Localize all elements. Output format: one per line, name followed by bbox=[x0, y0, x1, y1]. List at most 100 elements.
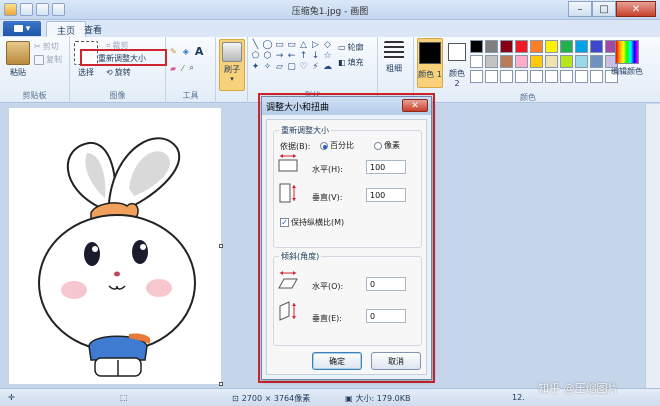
skew-section: 倾斜(角度) 水平(O): 0 垂直(E): 0 bbox=[273, 251, 422, 346]
dialog-body: 重新调整大小 依据(B): 百分比 像素 水平(H): 100 垂直(V): 1… bbox=[266, 119, 427, 375]
maximize-button[interactable]: □ bbox=[592, 1, 616, 17]
shape-icon[interactable]: ◇ bbox=[322, 40, 333, 50]
shape-icon[interactable]: ← bbox=[286, 51, 297, 61]
shape-icon[interactable]: ◯ bbox=[262, 40, 273, 50]
keep-ratio-checkbox[interactable]: ✓ 保持纵横比(M) bbox=[280, 217, 344, 228]
palette-swatch[interactable] bbox=[530, 70, 543, 83]
shapes-gallery: ╲ ◯ ▭ ▭ △ ▷ ◇ ⬠ ⬡ → ← ↑ ↓ ☆ ✦ ✧ ▱ ▢ ♡ ⚡ ☁ bbox=[250, 40, 333, 72]
outline-button[interactable]: ▭ 轮廓 bbox=[338, 42, 364, 53]
color-picker-icon[interactable]: ⁄ bbox=[182, 64, 183, 73]
cursor-icon: ✛ bbox=[8, 393, 15, 402]
skew-horizontal-input[interactable]: 0 bbox=[366, 277, 406, 291]
image-group-label: 图像 bbox=[109, 91, 126, 100]
vertical-label: 垂直(V): bbox=[312, 193, 343, 202]
palette-swatch[interactable] bbox=[485, 70, 498, 83]
canvas[interactable] bbox=[9, 108, 221, 384]
shape-icon[interactable]: ▭ bbox=[286, 40, 297, 50]
skew-vertical-input[interactable]: 0 bbox=[366, 309, 406, 323]
radio-selected-icon bbox=[320, 141, 328, 150]
palette-swatch[interactable] bbox=[560, 55, 573, 68]
shape-icon[interactable]: ⬠ bbox=[250, 51, 261, 61]
shape-icon[interactable]: ⬡ bbox=[262, 51, 273, 61]
pencil-icon[interactable]: ✎ bbox=[170, 47, 177, 56]
palette-swatch[interactable] bbox=[545, 40, 558, 53]
palette-swatch[interactable] bbox=[560, 70, 573, 83]
palette-swatch[interactable] bbox=[560, 40, 573, 53]
palette-swatch[interactable] bbox=[470, 40, 483, 53]
ok-button[interactable]: 确定 bbox=[312, 352, 362, 370]
zoom-level: 12. bbox=[512, 393, 525, 402]
selection-icon: ⬚ bbox=[120, 393, 128, 402]
palette-swatch[interactable] bbox=[485, 40, 498, 53]
shape-icon[interactable]: ▭ bbox=[274, 40, 285, 50]
palette-swatch[interactable] bbox=[515, 40, 528, 53]
vertical-scrollbar[interactable] bbox=[645, 104, 660, 388]
close-button[interactable]: ✕ bbox=[616, 1, 656, 17]
palette-swatch[interactable] bbox=[500, 70, 513, 83]
palette-swatch[interactable] bbox=[485, 55, 498, 68]
palette-swatch[interactable] bbox=[500, 40, 513, 53]
color1-button[interactable]: 颜色 1 bbox=[417, 38, 443, 88]
palette-swatch[interactable] bbox=[500, 55, 513, 68]
tools-group-label: 工具 bbox=[182, 91, 199, 100]
rotate-button[interactable]: ⟲ 旋转 bbox=[106, 67, 131, 78]
edit-colors-button[interactable]: 编辑颜色 bbox=[607, 40, 647, 77]
palette-swatch[interactable] bbox=[470, 70, 483, 83]
percent-radio[interactable]: 百分比 bbox=[320, 140, 354, 151]
by-label: 依据(B): bbox=[280, 142, 311, 151]
palette-swatch[interactable] bbox=[515, 55, 528, 68]
tab-view[interactable]: 查看 bbox=[74, 21, 112, 37]
shape-icon[interactable]: △ bbox=[298, 40, 309, 50]
palette-swatch[interactable] bbox=[545, 55, 558, 68]
cancel-button[interactable]: 取消 bbox=[371, 352, 421, 370]
palette-swatch[interactable] bbox=[575, 55, 588, 68]
palette-swatch[interactable] bbox=[590, 40, 603, 53]
palette-swatch[interactable] bbox=[575, 70, 588, 83]
palette-swatch[interactable] bbox=[590, 70, 603, 83]
palette-swatch[interactable] bbox=[530, 55, 543, 68]
pixels-radio[interactable]: 像素 bbox=[374, 140, 400, 151]
brushes-button[interactable]: 刷子 ▾ bbox=[219, 39, 245, 91]
shape-icon[interactable]: ╲ bbox=[250, 40, 261, 50]
clipboard-group: 粘贴 ✂ 剪切 复制 剪贴板 bbox=[0, 37, 70, 103]
shape-icon[interactable]: ⚡ bbox=[310, 62, 321, 72]
image-dimensions: ⊡ 2700 × 3764像素 bbox=[232, 394, 311, 403]
paste-button[interactable]: 粘贴 bbox=[6, 41, 30, 78]
resize-highlight-box bbox=[80, 49, 167, 66]
palette-swatch[interactable] bbox=[515, 70, 528, 83]
color2-button[interactable]: 颜色 2 bbox=[446, 38, 468, 88]
tools-group: ✎ ◈ A ▰ ⁄ ⌕ 工具 bbox=[166, 37, 216, 103]
cut-button[interactable]: ✂ 剪切 bbox=[34, 41, 59, 52]
shape-icon[interactable]: ♡ bbox=[298, 62, 309, 72]
shape-icon[interactable]: ▷ bbox=[310, 40, 321, 50]
horizontal-input[interactable]: 100 bbox=[366, 160, 406, 174]
fill-icon[interactable]: ◈ bbox=[183, 47, 189, 56]
shape-icon[interactable]: ↑ bbox=[298, 51, 309, 61]
fill-button[interactable]: ◧ 填充 bbox=[338, 57, 364, 68]
shape-icon[interactable]: ☆ bbox=[322, 51, 333, 61]
magnifier-icon[interactable]: ⌕ bbox=[190, 63, 194, 73]
colors-group-label: 颜色 bbox=[520, 93, 536, 102]
shape-icon[interactable]: ↓ bbox=[310, 51, 321, 61]
shape-icon[interactable]: ▱ bbox=[274, 62, 285, 72]
palette-swatch[interactable] bbox=[590, 55, 603, 68]
palette-swatch[interactable] bbox=[470, 55, 483, 68]
shape-icon[interactable]: ✦ bbox=[250, 62, 261, 72]
canvas-corner-handle[interactable] bbox=[219, 382, 223, 386]
minimize-button[interactable]: – bbox=[568, 1, 592, 17]
shape-icon[interactable]: → bbox=[274, 51, 285, 61]
shape-icon[interactable]: ▢ bbox=[286, 62, 297, 72]
palette-swatch[interactable] bbox=[575, 40, 588, 53]
palette-swatch[interactable] bbox=[530, 40, 543, 53]
copy-button[interactable]: 复制 bbox=[34, 54, 62, 65]
file-menu-button[interactable]: ▾ bbox=[3, 21, 41, 36]
shape-icon[interactable]: ✧ bbox=[262, 62, 273, 72]
canvas-resize-handle[interactable] bbox=[219, 244, 223, 248]
palette-swatch[interactable] bbox=[545, 70, 558, 83]
size-button[interactable]: 粗细 bbox=[384, 41, 404, 74]
text-icon[interactable]: A bbox=[195, 45, 204, 58]
shape-icon[interactable]: ☁ bbox=[322, 62, 333, 72]
dialog-close-button[interactable]: ✕ bbox=[402, 99, 428, 112]
eraser-icon[interactable]: ▰ bbox=[170, 64, 176, 73]
vertical-input[interactable]: 100 bbox=[366, 188, 406, 202]
